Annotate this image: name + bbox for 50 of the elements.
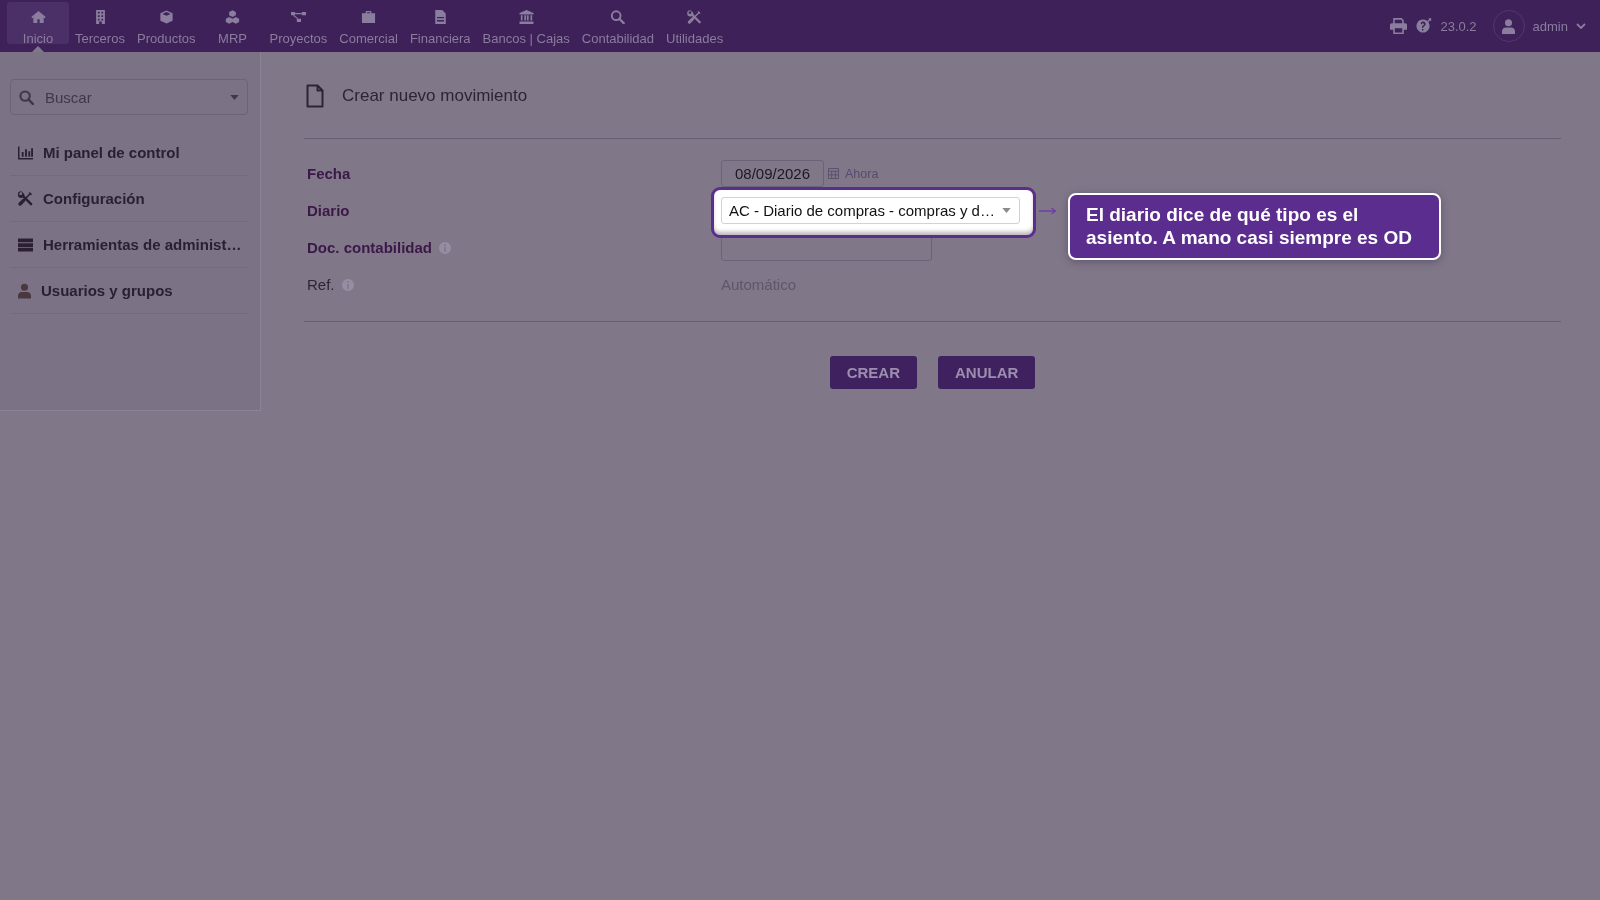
user-menu[interactable]: admin (1532, 18, 1586, 34)
nav-tab[interactable]: MRP (201, 2, 264, 44)
caret-icon[interactable] (230, 95, 239, 100)
sidebar-item[interactable]: Mi panel de control (10, 144, 180, 161)
bank-icon (518, 10, 534, 24)
sidebar-item-label[interactable]: Mi panel de control (43, 144, 180, 161)
tools-icon (687, 10, 703, 24)
magnifier-icon (610, 10, 626, 24)
journal-select[interactable]: AC - Diario de compras - compras y d… (721, 197, 1020, 224)
nav-tab[interactable]: Utilidades (660, 2, 730, 44)
field-label: Diario (307, 202, 350, 219)
cubes-icon (225, 10, 241, 24)
nav-tab[interactable]: Contabilidad (575, 2, 661, 44)
file-icon (306, 84, 324, 108)
action-button[interactable]: CREAR (829, 356, 917, 389)
diagram-icon (290, 10, 306, 24)
arrow-icon (1039, 207, 1057, 215)
building-icon (94, 10, 106, 24)
sidebar-item-label[interactable]: Configuración (43, 190, 145, 207)
sidebar-item-label[interactable]: Usuarios y grupos (41, 282, 173, 299)
date-field[interactable]: 08/09/2026 (721, 160, 824, 187)
version-label: 23.0.2 (1440, 18, 1477, 34)
action-button[interactable]: ANULAR (938, 356, 1036, 389)
cube-icon (158, 10, 174, 24)
field-label: Doc. contabilidad (307, 239, 432, 256)
page-title: Crear nuevo movimiento (342, 86, 528, 106)
nav-tab[interactable]: Comercial (333, 2, 404, 44)
sidebar-item[interactable]: Configuración (10, 190, 145, 207)
tools-icon (18, 191, 33, 206)
printer-icon[interactable] (1390, 18, 1408, 34)
nav-tab[interactable]: Terceros (69, 2, 131, 44)
server-icon (18, 237, 33, 252)
briefcase-icon (361, 10, 377, 24)
nav-tab[interactable]: Bancos | Cajas (476, 2, 576, 44)
search-field[interactable]: Buscar (10, 79, 248, 115)
tour-tooltip: El diario dice de qué tipo es el asiento. A mano casi siempre es OD (1068, 193, 1441, 260)
nav-tab[interactable]: Productos (131, 2, 202, 44)
help-icon[interactable] (1415, 18, 1433, 34)
document-icon (434, 10, 446, 24)
nav-tab[interactable]: Financiera (403, 2, 477, 44)
search-icon (19, 90, 34, 105)
field-label: Ref. (307, 276, 335, 293)
chevron-down-icon (1576, 23, 1586, 29)
home-icon (30, 10, 46, 24)
field-label: Fecha (307, 165, 351, 182)
nav-tab[interactable]: Proyectos (263, 2, 334, 44)
caret-icon (1002, 208, 1011, 213)
user-icon (18, 282, 31, 299)
sidebar-item[interactable]: Usuarios y grupos (10, 282, 173, 299)
chart-icon (18, 145, 33, 160)
